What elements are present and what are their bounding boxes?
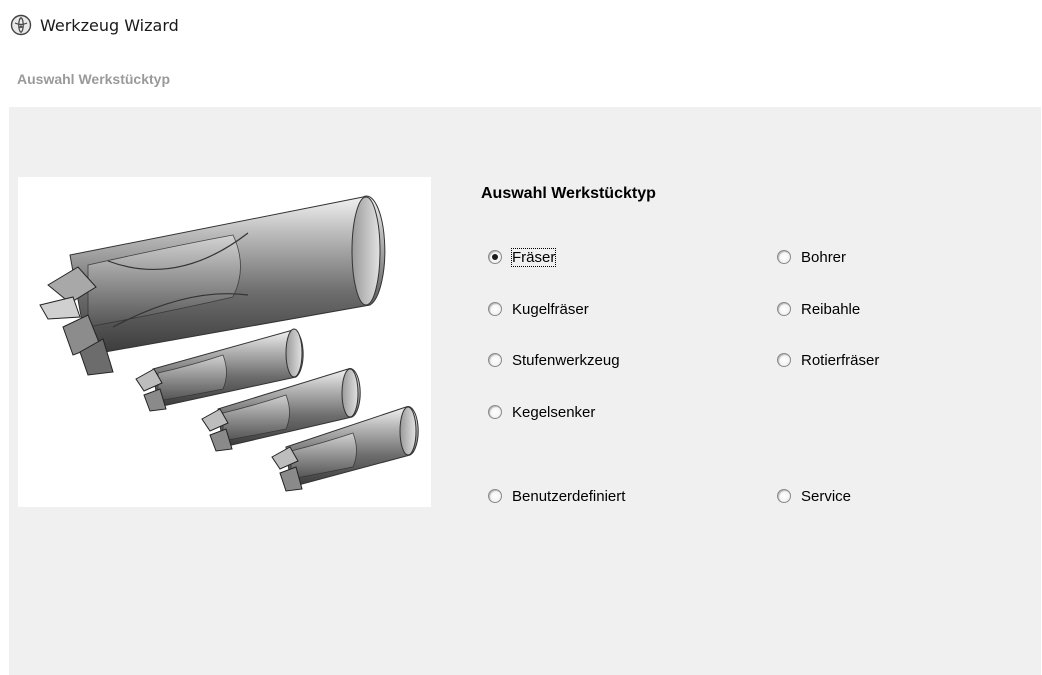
radio-indicator[interactable] [488,353,502,367]
radio-bohrer[interactable]: Bohrer [777,247,846,267]
title-bar: Werkzeug Wizard [10,12,179,38]
radio-kugelfraeser[interactable]: Kugelfräser [488,299,589,319]
radio-label: Rotierfräser [801,351,880,369]
radio-label: Fräser [510,247,557,267]
radio-label: Reibahle [801,300,861,318]
radio-label: Stufenwerkzeug [512,351,620,369]
radio-label: Kegelsenker [512,403,596,421]
radio-indicator[interactable] [777,353,791,367]
large-end-mill [39,195,386,376]
radio-indicator[interactable] [488,302,502,316]
radio-reibahle[interactable]: Reibahle [777,299,860,319]
end-mill-tools-illustration [18,177,431,507]
window-title: Werkzeug Wizard [40,15,179,35]
radio-indicator[interactable] [488,250,502,264]
radio-label: Benutzerdefiniert [512,487,626,505]
content-panel: Auswahl Werkstücktyp Fräser Kugelfräser … [9,107,1041,675]
radio-indicator[interactable] [777,250,791,264]
radio-label: Service [801,487,852,505]
workpiece-type-group-title: Auswahl Werkstücktyp [481,185,656,202]
radio-indicator[interactable] [777,302,791,316]
radio-label: Bohrer [801,248,847,266]
radio-rotierfraeser[interactable]: Rotierfräser [777,350,879,370]
radio-label: Kugelfräser [512,300,589,318]
radio-stufenwerkzeug[interactable]: Stufenwerkzeug [488,350,620,370]
radio-indicator[interactable] [777,489,791,503]
radio-service[interactable]: Service [777,486,851,506]
radio-indicator[interactable] [488,489,502,503]
wizard-globe-icon [10,14,32,36]
radio-indicator[interactable] [488,405,502,419]
radio-kegelsenker[interactable]: Kegelsenker [488,402,595,422]
page-subheading: Auswahl Werkstücktyp [17,71,171,87]
radio-fraeser[interactable]: Fräser [488,247,557,267]
radio-benutzerdefiniert[interactable]: Benutzerdefiniert [488,486,625,506]
